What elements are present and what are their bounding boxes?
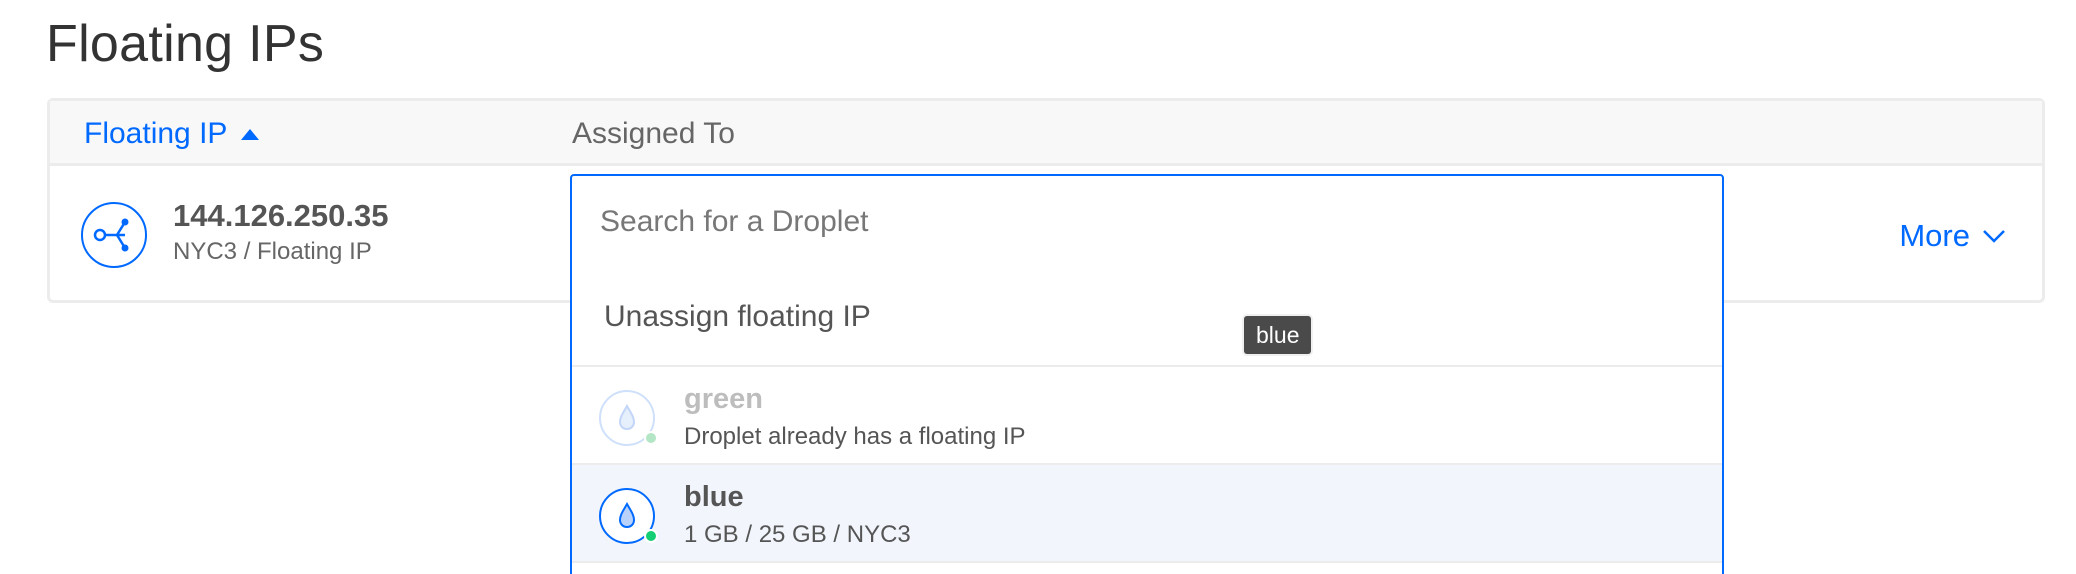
table-header: Floating IP Assigned To	[50, 101, 2042, 166]
status-dot	[644, 431, 658, 445]
more-menu-button[interactable]: More	[1899, 218, 2006, 254]
droplet-option-green[interactable]: green Droplet already has a floating IP	[572, 367, 1722, 465]
column-header-assigned-to: Assigned To	[572, 117, 735, 150]
droplet-option-name: green	[684, 383, 763, 415]
droplet-option-subtitle: Droplet already has a floating IP	[684, 423, 1026, 450]
droplet-option-blue[interactable]: blue 1 GB / 25 GB / NYC3	[572, 465, 1722, 563]
droplet-search-input[interactable]	[570, 174, 1724, 270]
column-header-floating-ip[interactable]: Floating IP	[84, 117, 260, 151]
droplet-dropdown: Unassign floating IP green Droplet alrea…	[570, 268, 1724, 574]
tooltip: blue	[1244, 316, 1312, 354]
floating-ip-share-icon	[81, 202, 147, 268]
page-title: Floating IPs	[46, 15, 325, 73]
unassign-floating-ip-option[interactable]: Unassign floating IP	[572, 268, 1722, 367]
status-dot	[644, 529, 658, 543]
floating-ip-address: 144.126.250.35	[173, 198, 389, 233]
chevron-down-icon	[1983, 230, 2005, 243]
floating-ip-region: NYC3 / Floating IP	[173, 238, 372, 265]
droplet-option-subtitle: 1 GB / 25 GB / NYC3	[684, 521, 911, 548]
column-header-floating-ip-label: Floating IP	[84, 117, 228, 150]
droplet-option-name: blue	[684, 481, 744, 513]
caret-up-icon	[241, 128, 260, 140]
more-menu-label: More	[1899, 218, 1970, 253]
